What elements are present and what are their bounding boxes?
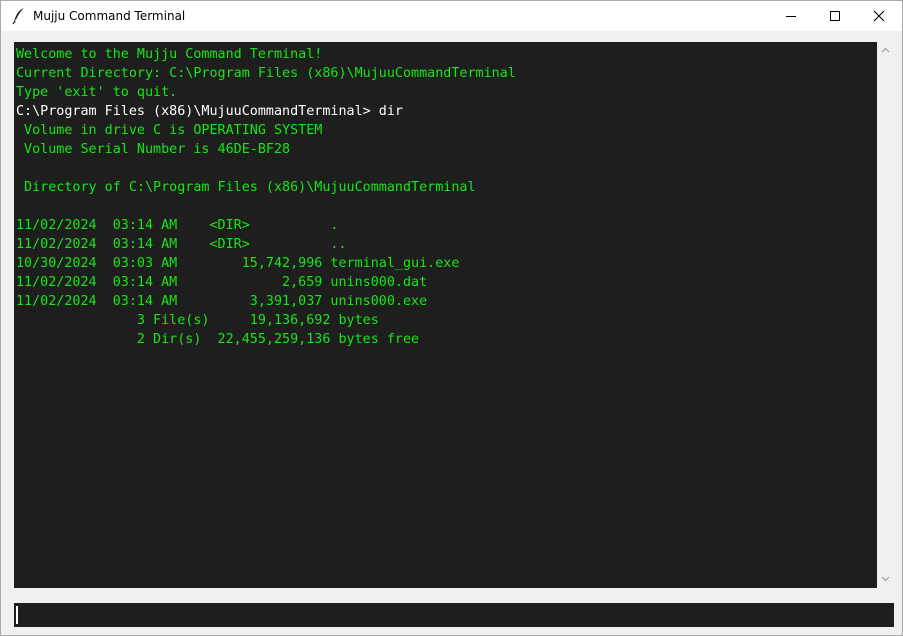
terminal-line: Directory of C:\Program Files (x86)\Muju… xyxy=(16,180,476,195)
terminal-line: 11/02/2024 03:14 AM <DIR> . xyxy=(16,218,339,233)
scroll-up-button[interactable] xyxy=(877,42,894,59)
terminal-line: 11/02/2024 03:14 AM 2,659 unins000.dat xyxy=(16,275,428,290)
terminal-lines: Welcome to the Mujju Command Terminal! Cu… xyxy=(16,45,516,349)
terminal-line: 10/30/2024 03:03 AM 15,742,996 terminal_… xyxy=(16,256,460,271)
maximize-button[interactable] xyxy=(812,1,858,31)
vertical-scrollbar[interactable] xyxy=(877,42,894,588)
text-cursor xyxy=(16,606,18,624)
title-bar[interactable]: Mujju Command Terminal xyxy=(1,1,902,31)
command-input-bar xyxy=(14,603,894,627)
terminal-output[interactable]: Welcome to the Mujju Command Terminal! Cu… xyxy=(14,42,877,588)
terminal-line: C:\Program Files (x86)\MujuuCommandTermi… xyxy=(16,104,403,119)
minimize-button[interactable] xyxy=(768,1,814,31)
terminal-line: 2 Dir(s) 22,455,259,136 bytes free xyxy=(16,332,420,347)
terminal-line: Volume Serial Number is 46DE-BF28 xyxy=(16,142,291,157)
feather-icon xyxy=(11,7,27,25)
terminal-line: 3 File(s) 19,136,692 bytes xyxy=(16,313,379,328)
terminal-line: Volume in drive C is OPERATING SYSTEM xyxy=(16,123,323,138)
terminal-line: Type 'exit' to quit. xyxy=(16,85,178,100)
terminal-line: Welcome to the Mujju Command Terminal! xyxy=(16,47,323,62)
window-title: Mujju Command Terminal xyxy=(33,9,186,23)
scroll-down-button[interactable] xyxy=(877,571,894,588)
terminal-line: 11/02/2024 03:14 AM <DIR> .. xyxy=(16,237,347,252)
terminal-line: Current Directory: C:\Program Files (x86… xyxy=(16,66,516,81)
terminal-line: 11/02/2024 03:14 AM 3,391,037 unins000.e… xyxy=(16,294,428,309)
command-input[interactable] xyxy=(14,603,894,627)
close-button[interactable] xyxy=(856,1,902,31)
terminal-window: Mujju Command Terminal Welcome to the Mu… xyxy=(0,0,903,636)
